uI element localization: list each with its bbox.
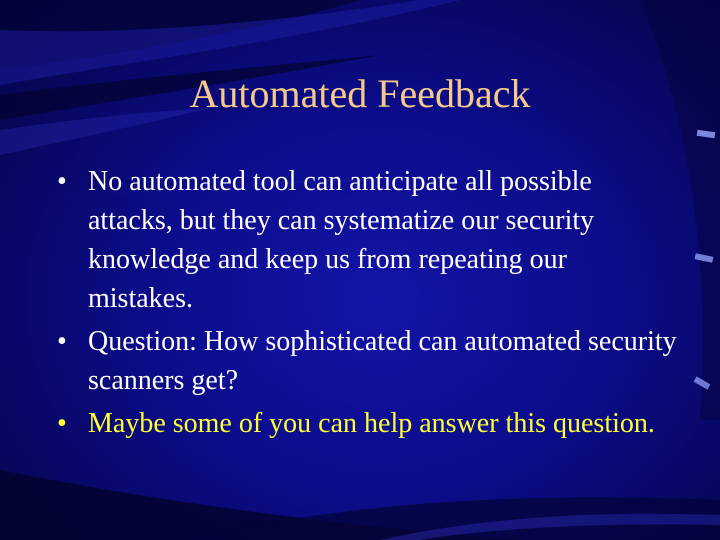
bullet-marker: • bbox=[57, 408, 67, 439]
bullet-marker: • bbox=[57, 166, 67, 197]
bullet-text: Maybe some of you can help answer this q… bbox=[88, 408, 655, 439]
bullet-item: • Question: How sophisticated can automa… bbox=[57, 322, 677, 400]
bullet-text: No automated tool can anticipate all pos… bbox=[88, 166, 595, 314]
bullet-item-highlighted: • Maybe some of you can help answer this… bbox=[57, 404, 677, 443]
bullet-list: • No automated tool can anticipate all p… bbox=[57, 162, 677, 447]
slide: Automated Feedback • No automated tool c… bbox=[0, 0, 720, 540]
bullet-item: • No automated tool can anticipate all p… bbox=[57, 162, 677, 318]
bullet-marker: • bbox=[57, 326, 67, 357]
bullet-text: Question: How sophisticated can automate… bbox=[88, 326, 677, 396]
slide-title: Automated Feedback bbox=[189, 71, 531, 116]
